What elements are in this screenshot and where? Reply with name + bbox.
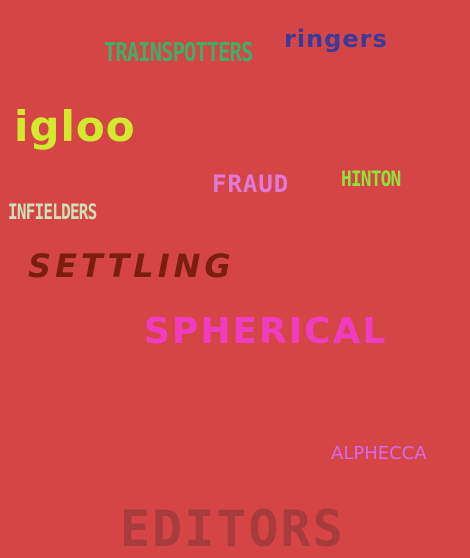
word-fraud: FRAUD	[212, 170, 290, 198]
word-trainspotters: TRAINSPOTTERS	[104, 38, 253, 68]
word-alphecca: ALPHECCA	[331, 443, 427, 464]
word-igloo: igloo	[14, 102, 136, 151]
word-hinton: HINTON	[341, 167, 401, 191]
word-editors: EDITORS	[120, 500, 345, 558]
word-settling: SETTLING	[28, 247, 235, 285]
word-infielders: INFIELDERS	[8, 200, 97, 224]
word-spherical: SPHERICAL	[144, 311, 388, 352]
word-ringers: ringers	[284, 25, 388, 53]
